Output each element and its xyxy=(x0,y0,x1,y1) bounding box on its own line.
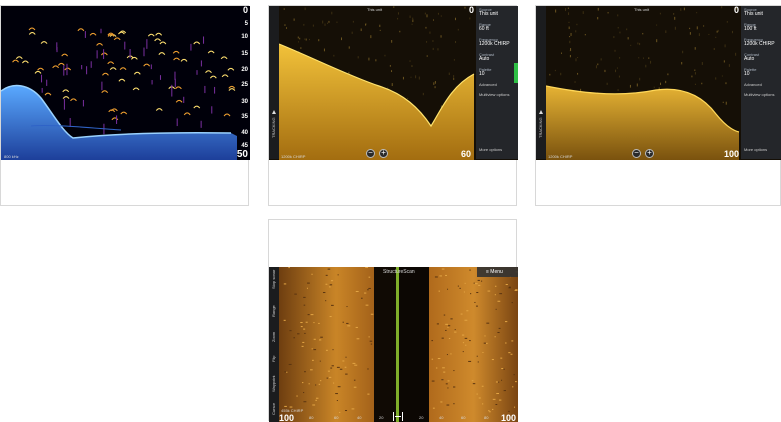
menu-drag-handle[interactable] xyxy=(514,63,518,83)
sonar-screenshot-60ft[interactable]: TRACKING This unit 0 1200k CHIRP − + 60 … xyxy=(269,6,518,160)
depth-tick-5: 5 xyxy=(244,21,248,27)
structurescan-side-bar: Stop sonar Range Zoom Flip Waypoint Curs… xyxy=(269,267,279,422)
zoom-in-button[interactable]: + xyxy=(645,149,654,158)
menu-contrast[interactable]: Contrast Auto xyxy=(744,52,779,62)
side-tab-zoom[interactable]: Zoom xyxy=(271,332,276,342)
depth-tick-30: 30 xyxy=(241,99,248,105)
sonar-screenshot-broadband[interactable]: 0 5 10 15 20 25 30 35 40 45 50 800 kHz xyxy=(1,6,250,160)
menu-range[interactable]: Range 100 ft xyxy=(744,22,779,32)
zoom-out-icon: − xyxy=(634,148,639,157)
vessel-center-icon xyxy=(393,412,403,421)
screen-title: StructureScan xyxy=(383,269,415,275)
menu-source[interactable]: Source This unit xyxy=(744,7,779,17)
range-label: 60 xyxy=(461,149,472,159)
top-depth-label: 0 xyxy=(469,6,475,15)
depth-tick-10: 10 xyxy=(241,34,248,40)
tracking-label: TRACKING xyxy=(538,117,543,138)
range-label: 100 xyxy=(724,149,740,159)
zoom-out-button[interactable]: − xyxy=(366,149,375,158)
tick-label: 60 xyxy=(461,415,466,420)
menu-advanced[interactable]: Advanced xyxy=(479,82,515,87)
tracking-side-tab[interactable]: TRACKING xyxy=(269,6,279,159)
menu-contrast[interactable]: Contrast Auto xyxy=(479,52,515,62)
tracking-side-tab[interactable]: TRACKING xyxy=(536,6,546,159)
sonar-image-broadband xyxy=(1,6,250,160)
image-card-3[interactable]: TRACKING This unit 0 1200k CHIRP − + 100… xyxy=(535,5,781,206)
tick-label: 80 xyxy=(309,415,314,420)
top-depth-label: 0 xyxy=(734,6,740,15)
range-label: 50 xyxy=(236,149,248,160)
side-tab-flip[interactable]: Flip xyxy=(271,356,276,362)
zoom-in-icon: + xyxy=(381,148,386,157)
menu-palette[interactable]: Palette 10 xyxy=(744,67,779,77)
structurescan-image xyxy=(269,267,518,422)
tick-label: 60 xyxy=(334,415,339,420)
zoom-in-icon: + xyxy=(647,148,652,157)
menu-more-options[interactable]: More options xyxy=(479,147,502,152)
arrow-up-icon xyxy=(272,110,276,114)
arrow-up-icon xyxy=(539,110,543,114)
menu-button[interactable]: ≡ Menu xyxy=(477,267,518,277)
menu-multiview-options[interactable]: Multiview options xyxy=(479,92,515,97)
image-card-4[interactable]: Stop sonar Range Zoom Flip Waypoint Curs… xyxy=(268,219,518,422)
menu-palette[interactable]: Palette 10 xyxy=(479,67,515,77)
menu-more-options[interactable]: More options xyxy=(744,147,767,152)
depth-tick-40: 40 xyxy=(241,130,248,136)
side-tab-waypoint[interactable]: Waypoint xyxy=(271,375,276,392)
zoom-out-button[interactable]: − xyxy=(632,149,641,158)
zoom-out-icon: − xyxy=(368,148,373,157)
tracking-label: TRACKING xyxy=(271,117,276,138)
sonar-screenshot-100ft[interactable]: TRACKING This unit 0 1200k CHIRP − + 100… xyxy=(536,6,781,160)
screen-title: This unit xyxy=(634,7,650,12)
side-tab-stop-sonar[interactable]: Stop sonar xyxy=(271,270,276,289)
screen-title: This unit xyxy=(367,7,383,12)
zoom-in-button[interactable]: + xyxy=(379,149,388,158)
image-card-1[interactable]: 0 5 10 15 20 25 30 35 40 45 50 800 kHz xyxy=(0,5,250,206)
menu-multiview-options[interactable]: Multiview options xyxy=(744,92,779,97)
tick-label: 40 xyxy=(357,415,362,420)
tick-label: 40 xyxy=(439,415,444,420)
side-tab-range[interactable]: Range xyxy=(271,305,276,317)
depth-tick-15: 15 xyxy=(241,51,248,57)
menu-advanced[interactable]: Advanced xyxy=(744,82,779,87)
depth-tick-0: 0 xyxy=(242,6,248,15)
menu-range[interactable]: Range 60 ft xyxy=(479,22,515,32)
depth-tick-35: 35 xyxy=(241,114,248,120)
depth-tick-20: 20 xyxy=(241,67,248,73)
menu-frequency[interactable]: Frequency 1200k CHIRP xyxy=(479,37,515,47)
sonar-menu-panel: Source This unit Range 100 ft Frequency 120… xyxy=(741,6,781,159)
menu-button-label: ≡ Menu xyxy=(486,269,503,275)
tick-label: 20 xyxy=(379,415,384,420)
structurescan-screenshot[interactable]: Stop sonar Range Zoom Flip Waypoint Curs… xyxy=(269,267,518,422)
tick-label: 20 xyxy=(419,415,424,420)
depth-tick-25: 25 xyxy=(241,82,248,88)
menu-source[interactable]: Source This unit xyxy=(479,7,515,17)
frequency-corner-label: 1200k CHIRP xyxy=(281,154,306,159)
menu-frequency[interactable]: Frequency 1200k CHIRP xyxy=(744,37,779,47)
frequency-corner-label: 1200k CHIRP xyxy=(548,154,573,159)
depth-scale: 0 5 10 15 20 25 30 35 40 45 xyxy=(236,6,250,160)
sonar-menu-panel: Source This unit Range 60 ft Frequency 1200… xyxy=(476,6,518,159)
frequency-corner-label: 800 kHz xyxy=(4,154,19,159)
image-card-2[interactable]: TRACKING This unit 0 1200k CHIRP − + 60 … xyxy=(268,5,518,206)
tick-label: 80 xyxy=(484,415,489,420)
side-tab-cursor[interactable]: Cursor xyxy=(271,403,276,415)
